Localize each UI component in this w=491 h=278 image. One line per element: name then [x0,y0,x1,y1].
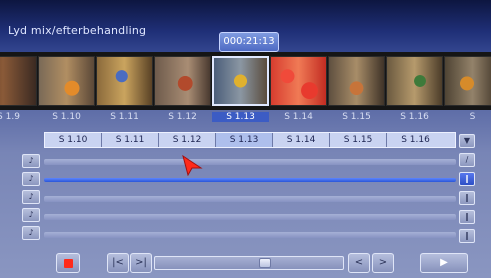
frame-label: S 1.9 [0,112,20,122]
thumbnail-frame[interactable] [328,56,385,106]
clip-item[interactable]: S 1.12 [159,133,216,147]
frame-label: S 1.16 [400,112,429,122]
thumbnail-frame[interactable] [444,56,491,106]
track-button[interactable]: ♪ [22,208,40,222]
track-option-button[interactable]: ‖ [459,210,475,224]
thumbnail-frame[interactable] [386,56,443,106]
step-forward-button[interactable]: > [372,253,394,273]
record-button[interactable] [56,253,80,273]
thumbnail-frame[interactable] [0,56,37,106]
scrollbar-thumb[interactable] [259,258,271,268]
step-back-button[interactable]: < [348,253,370,273]
clip-item[interactable]: S 1.10 [45,133,102,147]
clip-item[interactable]: S 1.11 [102,133,159,147]
thumbnail-frame[interactable] [38,56,95,106]
clip-item[interactable]: S 1.16 [387,133,444,147]
skip-forward-button[interactable]: >| [130,253,152,273]
track-option-button-active[interactable]: ‖ [459,172,475,186]
clip-item[interactable]: S 1.15 [330,133,387,147]
frame-label: S 1.12 [168,112,197,122]
timecode-display: 000:21:13 [219,32,279,52]
frame-label: S 1.11 [110,112,139,122]
skip-back-button[interactable]: |< [107,253,129,273]
thumbnail-frame-selected[interactable] [212,56,269,106]
frame-label-selected: S 1.13 [212,112,269,122]
track-button[interactable]: ♪ [22,226,40,240]
track-button[interactable]: ♪ [22,172,40,186]
audio-track-4[interactable] [44,214,456,220]
audio-track-3[interactable] [44,196,456,202]
page-title: Lyd mix/efterbehandling [8,24,147,37]
thumbnail-frame[interactable] [96,56,153,106]
timeline-scrollbar[interactable] [154,256,344,270]
track-option-button[interactable]: ‖ [459,229,475,243]
clip-item[interactable]: S 1.14 [273,133,330,147]
track-button[interactable]: ♪ [22,154,40,168]
mouse-pointer-icon [182,154,203,176]
track-option-button[interactable]: ‖ [459,191,475,205]
record-icon [64,259,73,268]
thumbnail-frame[interactable] [270,56,327,106]
frame-label: S 1.15 [342,112,371,122]
filmstrip[interactable] [0,52,491,110]
thumbnail-frame[interactable] [154,56,211,106]
frame-label: S [469,112,476,122]
clip-track[interactable]: S 1.10 S 1.11 S 1.12 S 1.13 S 1.14 S 1.1… [44,132,456,148]
screen: Lyd mix/efterbehandling 000:21:13 S 1.9 … [0,0,491,278]
audio-track-1[interactable] [44,159,456,165]
frame-label: S 1.14 [284,112,313,122]
track-button[interactable]: ♪ [22,190,40,204]
audio-track-5[interactable] [44,232,456,238]
audio-track-2-active[interactable] [44,178,456,182]
edit-tool-button[interactable]: ∕ [459,153,475,167]
frame-label: S 1.10 [52,112,81,122]
play-button[interactable]: ▶ [420,253,468,273]
clip-item-selected[interactable]: S 1.13 [216,133,273,147]
track-menu-button[interactable]: ▼ [459,134,475,148]
